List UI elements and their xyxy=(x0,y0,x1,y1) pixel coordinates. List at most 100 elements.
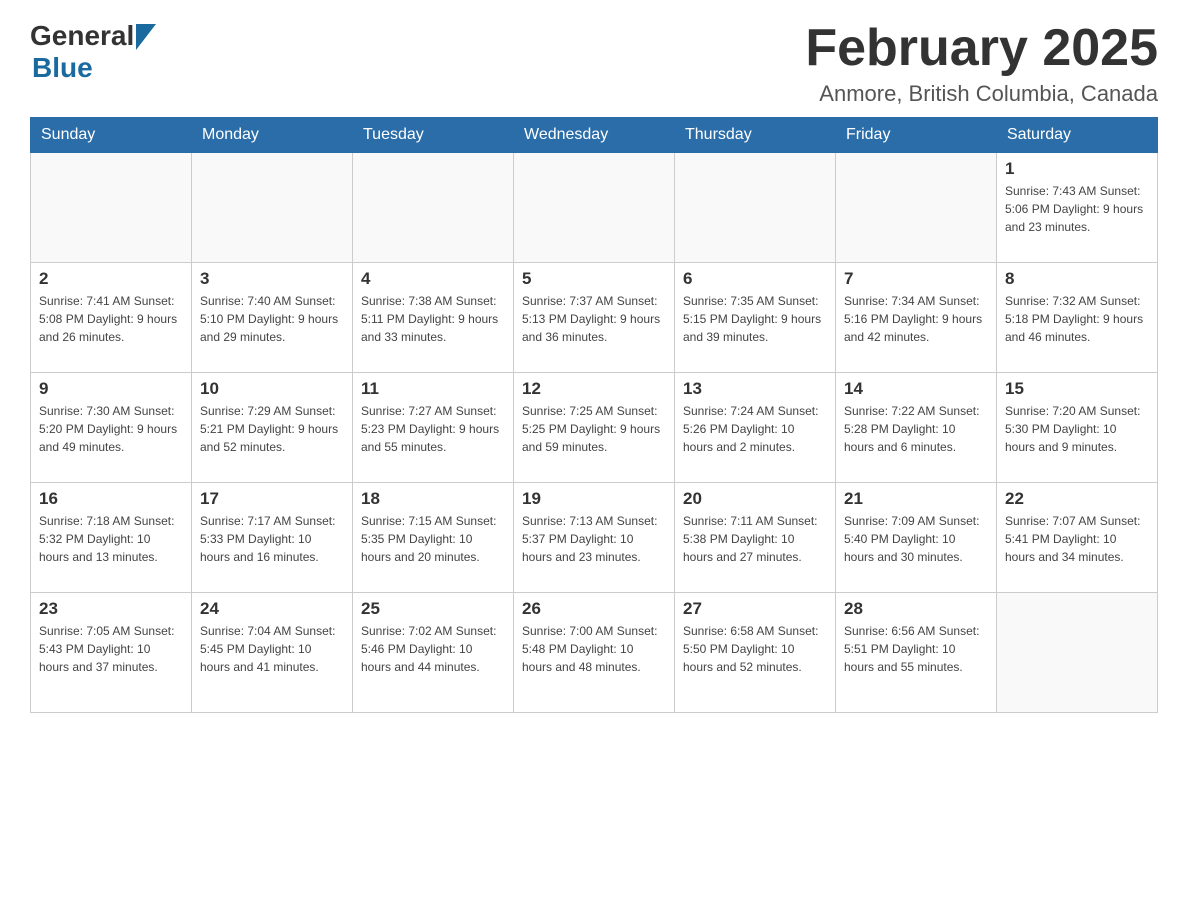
day-info: Sunrise: 7:41 AM Sunset: 5:08 PM Dayligh… xyxy=(39,292,183,346)
day-number: 19 xyxy=(522,489,666,509)
calendar-cell: 11Sunrise: 7:27 AM Sunset: 5:23 PM Dayli… xyxy=(353,373,514,483)
day-number: 10 xyxy=(200,379,344,399)
calendar-cell xyxy=(836,153,997,263)
calendar-cell xyxy=(675,153,836,263)
calendar-table: SundayMondayTuesdayWednesdayThursdayFrid… xyxy=(30,117,1158,713)
day-number: 22 xyxy=(1005,489,1149,509)
calendar-body: 1 Sunrise: 7:43 AM Sunset: 5:06 PM Daylig… xyxy=(31,153,1158,713)
day-number: 21 xyxy=(844,489,988,509)
day-number: 13 xyxy=(683,379,827,399)
calendar-cell: 27 Sunrise: 6:58 AM Sunset: 5:50 PM Dayli… xyxy=(675,593,836,713)
calendar-cell: 12Sunrise: 7:25 AM Sunset: 5:25 PM Dayli… xyxy=(514,373,675,483)
calendar-header: SundayMondayTuesdayWednesdayThursdayFrid… xyxy=(31,118,1158,153)
day-info: Sunrise: 7:43 AM Sunset: 5:06 PM Dayligh… xyxy=(1005,182,1149,236)
day-number: 20 xyxy=(683,489,827,509)
day-number: 18 xyxy=(361,489,505,509)
calendar-cell: 2 Sunrise: 7:41 AM Sunset: 5:08 PM Daylig… xyxy=(31,263,192,373)
weekday-header-wednesday: Wednesday xyxy=(514,118,675,153)
day-info: Sunrise: 7:15 AM Sunset: 5:35 PM Dayligh… xyxy=(361,512,505,566)
calendar-cell: 1 Sunrise: 7:43 AM Sunset: 5:06 PM Daylig… xyxy=(997,153,1158,263)
day-info: Sunrise: 7:25 AM Sunset: 5:25 PM Dayligh… xyxy=(522,402,666,456)
calendar-cell xyxy=(192,153,353,263)
calendar-cell: 23 Sunrise: 7:05 AM Sunset: 5:43 PM Dayli… xyxy=(31,593,192,713)
day-info: Sunrise: 7:17 AM Sunset: 5:33 PM Dayligh… xyxy=(200,512,344,566)
day-number: 16 xyxy=(39,489,183,509)
day-info: Sunrise: 7:27 AM Sunset: 5:23 PM Dayligh… xyxy=(361,402,505,456)
calendar-cell: 4 Sunrise: 7:38 AM Sunset: 5:11 PM Daylig… xyxy=(353,263,514,373)
logo-blue-text: Blue xyxy=(32,52,93,84)
logo: General Blue xyxy=(30,20,156,84)
day-info: Sunrise: 7:00 AM Sunset: 5:48 PM Dayligh… xyxy=(522,622,666,676)
calendar-cell: 17 Sunrise: 7:17 AM Sunset: 5:33 PM Dayli… xyxy=(192,483,353,593)
calendar-cell: 24 Sunrise: 7:04 AM Sunset: 5:45 PM Dayli… xyxy=(192,593,353,713)
day-number: 8 xyxy=(1005,269,1149,289)
weekday-header-thursday: Thursday xyxy=(675,118,836,153)
calendar-cell: 28 Sunrise: 6:56 AM Sunset: 5:51 PM Dayli… xyxy=(836,593,997,713)
calendar-cell: 7 Sunrise: 7:34 AM Sunset: 5:16 PM Daylig… xyxy=(836,263,997,373)
day-number: 4 xyxy=(361,269,505,289)
day-info: Sunrise: 7:13 AM Sunset: 5:37 PM Dayligh… xyxy=(522,512,666,566)
day-number: 28 xyxy=(844,599,988,619)
day-number: 14 xyxy=(844,379,988,399)
day-number: 2 xyxy=(39,269,183,289)
day-info: Sunrise: 7:40 AM Sunset: 5:10 PM Dayligh… xyxy=(200,292,344,346)
day-number: 25 xyxy=(361,599,505,619)
weekday-header-tuesday: Tuesday xyxy=(353,118,514,153)
day-number: 27 xyxy=(683,599,827,619)
calendar-cell xyxy=(31,153,192,263)
day-info: Sunrise: 7:02 AM Sunset: 5:46 PM Dayligh… xyxy=(361,622,505,676)
day-number: 1 xyxy=(1005,159,1149,179)
day-info: Sunrise: 7:32 AM Sunset: 5:18 PM Dayligh… xyxy=(1005,292,1149,346)
calendar-week-1: 2 Sunrise: 7:41 AM Sunset: 5:08 PM Daylig… xyxy=(31,263,1158,373)
calendar-cell: 13 Sunrise: 7:24 AM Sunset: 5:26 PM Dayli… xyxy=(675,373,836,483)
calendar-cell: 18 Sunrise: 7:15 AM Sunset: 5:35 PM Dayli… xyxy=(353,483,514,593)
calendar-cell: 8 Sunrise: 7:32 AM Sunset: 5:18 PM Daylig… xyxy=(997,263,1158,373)
day-info: Sunrise: 7:09 AM Sunset: 5:40 PM Dayligh… xyxy=(844,512,988,566)
calendar-cell: 6 Sunrise: 7:35 AM Sunset: 5:15 PM Daylig… xyxy=(675,263,836,373)
day-number: 26 xyxy=(522,599,666,619)
logo-arrow-icon xyxy=(136,24,156,50)
day-number: 3 xyxy=(200,269,344,289)
calendar-cell: 26 Sunrise: 7:00 AM Sunset: 5:48 PM Dayli… xyxy=(514,593,675,713)
day-info: Sunrise: 7:34 AM Sunset: 5:16 PM Dayligh… xyxy=(844,292,988,346)
day-info: Sunrise: 7:05 AM Sunset: 5:43 PM Dayligh… xyxy=(39,622,183,676)
day-info: Sunrise: 7:04 AM Sunset: 5:45 PM Dayligh… xyxy=(200,622,344,676)
day-number: 24 xyxy=(200,599,344,619)
day-info: Sunrise: 7:30 AM Sunset: 5:20 PM Dayligh… xyxy=(39,402,183,456)
calendar-cell: 3 Sunrise: 7:40 AM Sunset: 5:10 PM Daylig… xyxy=(192,263,353,373)
calendar-cell xyxy=(353,153,514,263)
day-info: Sunrise: 7:11 AM Sunset: 5:38 PM Dayligh… xyxy=(683,512,827,566)
calendar-cell: 21 Sunrise: 7:09 AM Sunset: 5:40 PM Dayli… xyxy=(836,483,997,593)
page-header: General Blue February 2025 Anmore, Briti… xyxy=(30,20,1158,107)
calendar-cell: 16Sunrise: 7:18 AM Sunset: 5:32 PM Dayli… xyxy=(31,483,192,593)
weekday-header-saturday: Saturday xyxy=(997,118,1158,153)
title-section: February 2025 Anmore, British Columbia, … xyxy=(805,20,1158,107)
calendar-cell: 25 Sunrise: 7:02 AM Sunset: 5:46 PM Dayli… xyxy=(353,593,514,713)
day-info: Sunrise: 7:24 AM Sunset: 5:26 PM Dayligh… xyxy=(683,402,827,456)
calendar-cell: 9Sunrise: 7:30 AM Sunset: 5:20 PM Daylig… xyxy=(31,373,192,483)
day-number: 6 xyxy=(683,269,827,289)
day-info: Sunrise: 7:22 AM Sunset: 5:28 PM Dayligh… xyxy=(844,402,988,456)
logo-general-text: General xyxy=(30,20,134,52)
day-number: 15 xyxy=(1005,379,1149,399)
calendar-cell: 14 Sunrise: 7:22 AM Sunset: 5:28 PM Dayli… xyxy=(836,373,997,483)
calendar-week-0: 1 Sunrise: 7:43 AM Sunset: 5:06 PM Daylig… xyxy=(31,153,1158,263)
calendar-cell: 10Sunrise: 7:29 AM Sunset: 5:21 PM Dayli… xyxy=(192,373,353,483)
location-title: Anmore, British Columbia, Canada xyxy=(805,81,1158,107)
weekday-header-sunday: Sunday xyxy=(31,118,192,153)
day-number: 17 xyxy=(200,489,344,509)
calendar-cell: 20 Sunrise: 7:11 AM Sunset: 5:38 PM Dayli… xyxy=(675,483,836,593)
day-info: Sunrise: 7:20 AM Sunset: 5:30 PM Dayligh… xyxy=(1005,402,1149,456)
day-info: Sunrise: 7:35 AM Sunset: 5:15 PM Dayligh… xyxy=(683,292,827,346)
day-number: 7 xyxy=(844,269,988,289)
calendar-cell xyxy=(997,593,1158,713)
day-number: 23 xyxy=(39,599,183,619)
calendar-week-2: 9Sunrise: 7:30 AM Sunset: 5:20 PM Daylig… xyxy=(31,373,1158,483)
day-info: Sunrise: 7:38 AM Sunset: 5:11 PM Dayligh… xyxy=(361,292,505,346)
calendar-week-3: 16Sunrise: 7:18 AM Sunset: 5:32 PM Dayli… xyxy=(31,483,1158,593)
day-info: Sunrise: 6:56 AM Sunset: 5:51 PM Dayligh… xyxy=(844,622,988,676)
calendar-week-4: 23 Sunrise: 7:05 AM Sunset: 5:43 PM Dayli… xyxy=(31,593,1158,713)
weekday-row: SundayMondayTuesdayWednesdayThursdayFrid… xyxy=(31,118,1158,153)
day-info: Sunrise: 7:37 AM Sunset: 5:13 PM Dayligh… xyxy=(522,292,666,346)
day-info: Sunrise: 6:58 AM Sunset: 5:50 PM Dayligh… xyxy=(683,622,827,676)
